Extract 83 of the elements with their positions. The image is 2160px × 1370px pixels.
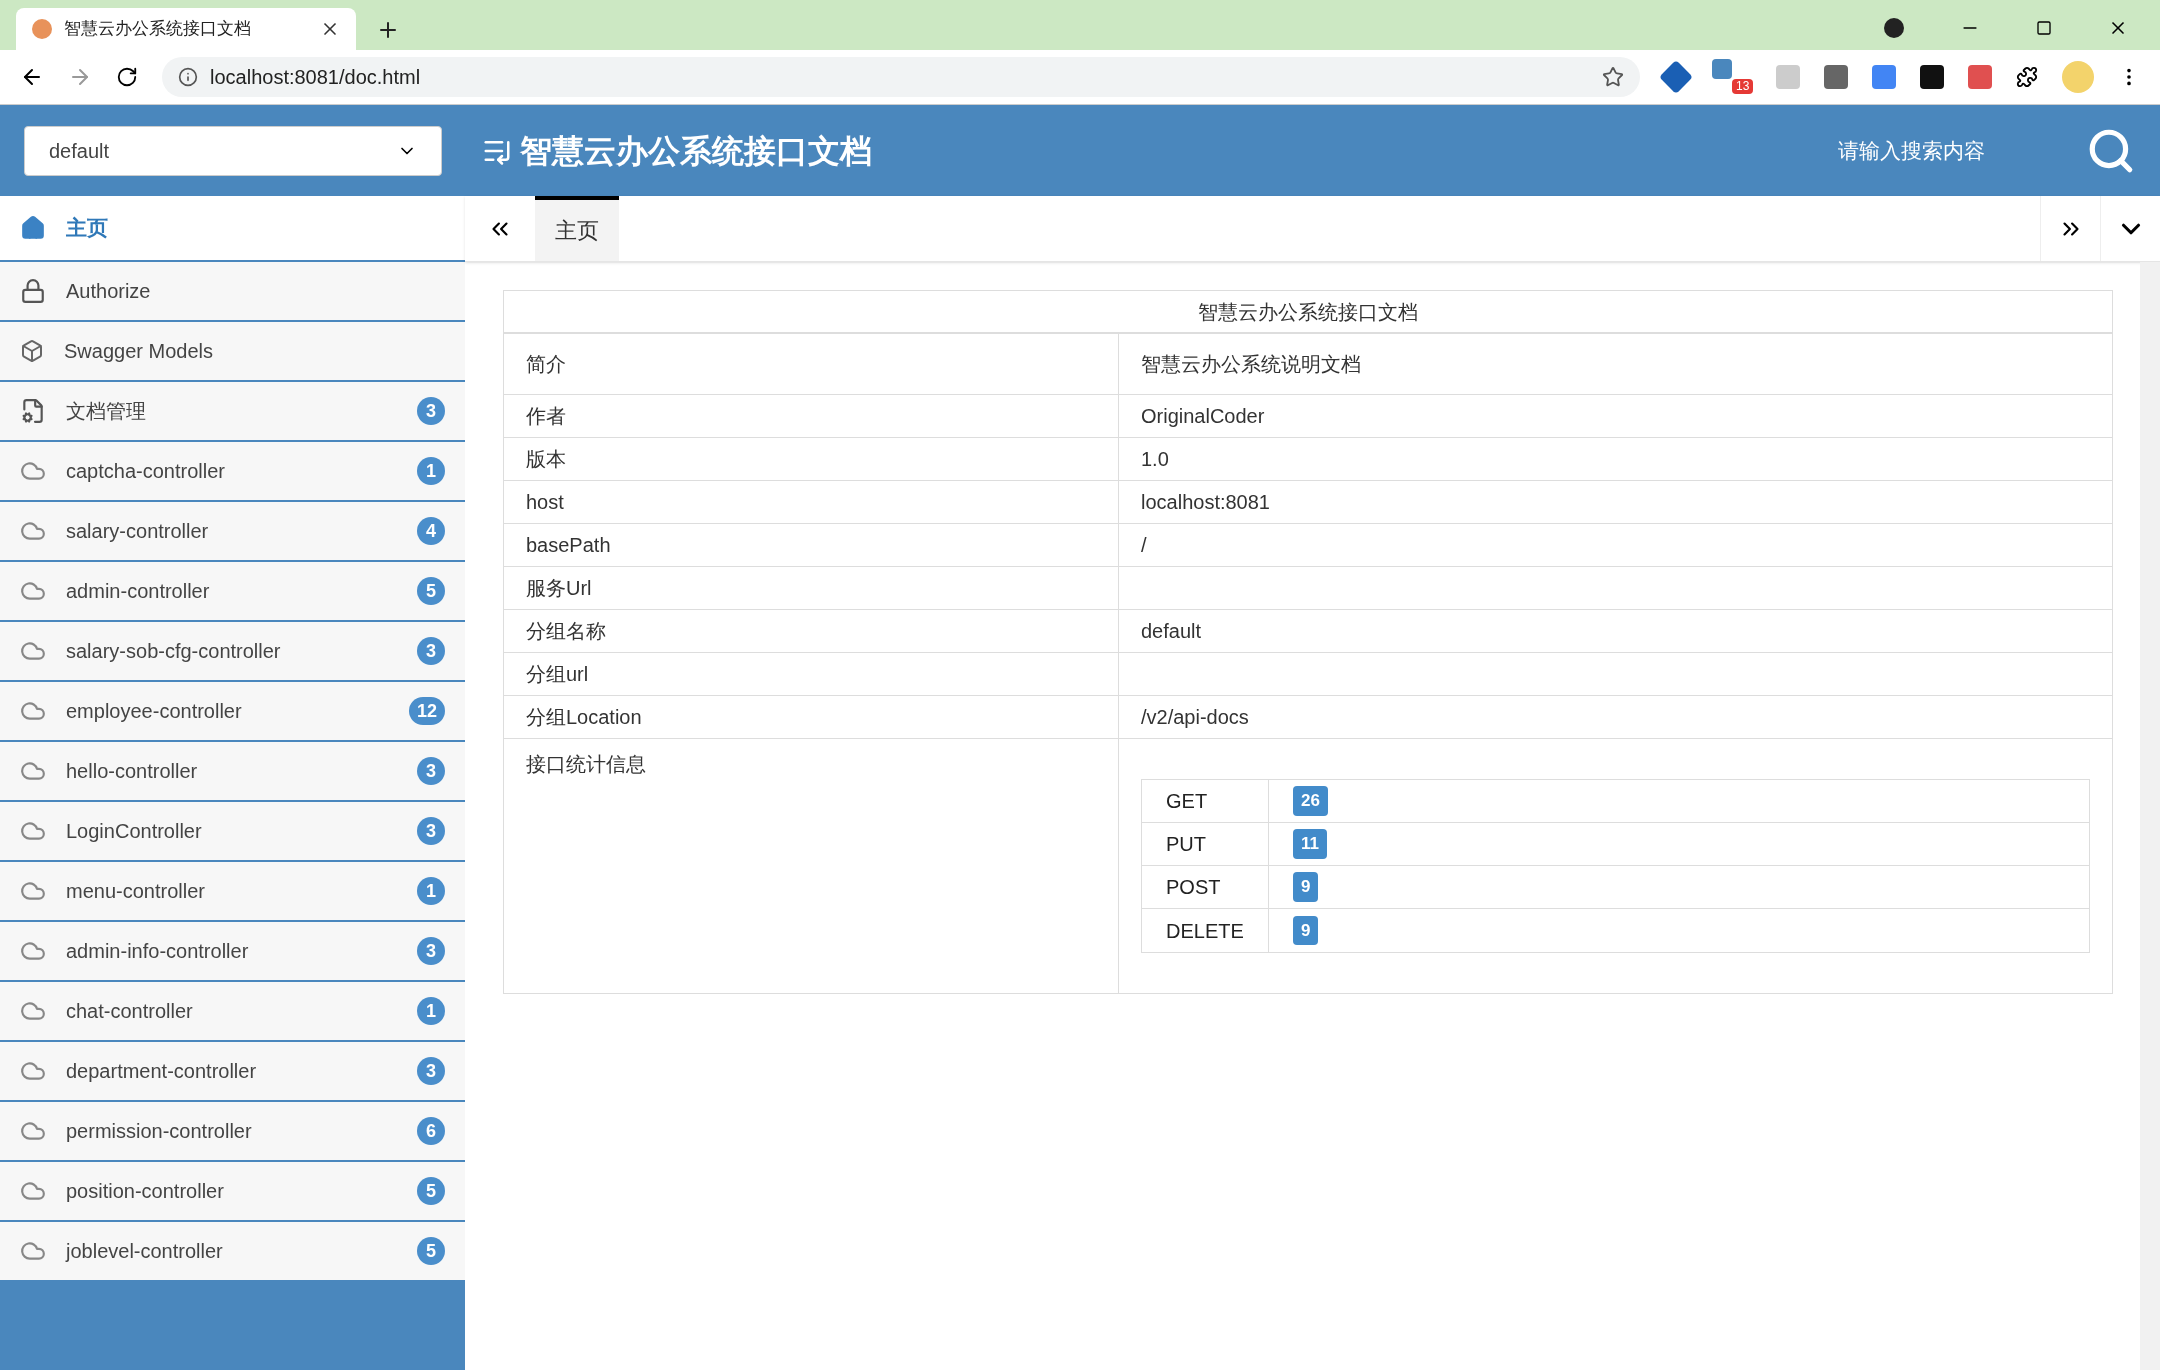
extension-icon[interactable] (1824, 65, 1848, 89)
count-badge: 5 (417, 577, 445, 605)
count-badge: 1 (417, 877, 445, 905)
table-cell: 分组名称 (504, 610, 1119, 652)
count-badge: 5 (417, 1177, 445, 1205)
search-field[interactable]: 请输入搜索内容 (1838, 134, 2038, 167)
favicon-icon (32, 19, 52, 39)
sidebar-item[interactable]: position-controller 5 (0, 1160, 465, 1220)
document-gear-icon (20, 398, 46, 424)
sidebar-item[interactable]: permission-controller 6 (0, 1100, 465, 1160)
sidebar-item[interactable]: department-controller 3 (0, 1040, 465, 1100)
table-cell: 接口统计信息 (526, 753, 646, 775)
method-name: POST (1142, 866, 1269, 908)
count-badge: 5 (417, 1237, 445, 1265)
table-cell: 版本 (504, 438, 1119, 480)
table-cell: basePath (504, 524, 1119, 566)
extension-icon[interactable] (1920, 65, 1944, 89)
count-badge: 3 (417, 757, 445, 785)
tab-title: 智慧云办公系统接口文档 (64, 18, 252, 41)
profile-menu-icon[interactable] (1884, 18, 1904, 38)
scrollbar[interactable] (2140, 262, 2160, 1370)
table-cell: 分组url (504, 653, 1119, 695)
table-cell-text: default (1141, 619, 1202, 644)
table-title: 智慧云办公系统接口文档 (504, 291, 2112, 334)
reload-icon[interactable] (116, 66, 138, 88)
address-bar[interactable]: localhost:8081/doc.html (162, 57, 1640, 97)
count-badge: 12 (408, 697, 445, 725)
table-cell-text: 1.0 (1141, 447, 1169, 472)
sidebar-item[interactable]: salary-sob-cfg-controller 3 (0, 620, 465, 680)
sidebar-item[interactable]: captcha-controller 1 (0, 440, 465, 500)
star-icon[interactable] (1602, 66, 1624, 88)
info-icon (178, 67, 198, 87)
table-cell-text: OriginalCoder (1141, 404, 1265, 429)
lock-icon (20, 278, 46, 304)
app-title: 智慧云办公系统接口文档 (520, 131, 872, 171)
method-name: GET (1142, 780, 1269, 822)
method-name: DELETE (1142, 909, 1269, 952)
count-badge: 3 (417, 397, 445, 425)
count-badge: 11 (1293, 829, 1327, 859)
group-select[interactable]: default (24, 125, 442, 176)
sidebar-item[interactable]: LoginController 3 (0, 800, 465, 860)
table-cell-text: 智慧云办公系统说明文档 (1141, 352, 1361, 377)
url-text: localhost:8081/doc.html (210, 65, 422, 90)
count-badge: 3 (417, 817, 445, 845)
count-badge: 3 (417, 637, 445, 665)
table-cell-text: / (1141, 533, 1147, 558)
count-badge: 4 (417, 517, 445, 545)
page-tab[interactable]: 主页 (535, 196, 619, 261)
table-cell: 分组Location (504, 696, 1119, 738)
table-cell-text: /v2/api-docs (1141, 705, 1249, 730)
count-badge: 9 (1293, 872, 1319, 902)
sidebar-item[interactable]: Authorize (0, 260, 465, 320)
sidebar-item[interactable]: employee-controller 12 (0, 680, 465, 740)
count-badge: 3 (417, 937, 445, 965)
count-badge: 9 (1293, 915, 1319, 946)
cube-icon (20, 339, 44, 363)
sidebar-item[interactable]: menu-controller 1 (0, 860, 465, 920)
browser-tab[interactable]: 智慧云办公系统接口文档 (16, 8, 356, 50)
puzzle-icon[interactable] (2016, 66, 2038, 88)
extension-icon[interactable] (1712, 59, 1732, 79)
sidebar-item[interactable]: joblevel-controller 5 (0, 1220, 465, 1280)
count-badge: 1 (417, 457, 445, 485)
sidebar-item[interactable]: salary-controller 4 (0, 500, 465, 560)
table-cell: 服务Url (504, 567, 1119, 609)
sidebar-item[interactable]: chat-controller 1 (0, 980, 465, 1040)
sidebar-item[interactable]: 主页 (0, 196, 465, 260)
sidebar-item[interactable]: admin-info-controller 3 (0, 920, 465, 980)
count-badge: 3 (417, 1057, 445, 1085)
table-cell: 作者 (504, 395, 1119, 437)
sidebar-item[interactable]: admin-controller 5 (0, 560, 465, 620)
count-badge: 1 (417, 997, 445, 1025)
method-name: PUT (1142, 823, 1269, 865)
table-cell-text: localhost:8081 (1141, 490, 1270, 515)
sidebar-item[interactable]: hello-controller 3 (0, 740, 465, 800)
sidebar-item[interactable]: Swagger Models (0, 320, 465, 380)
count-badge: 26 (1293, 786, 1328, 816)
restore-icon[interactable] (2036, 20, 2052, 36)
sidebar-item[interactable]: 文档管理 3 (0, 380, 465, 440)
count-badge: 6 (417, 1117, 445, 1145)
extension-badge: 13 (1732, 79, 1754, 94)
home-icon (20, 215, 46, 241)
table-cell: host (504, 481, 1119, 523)
table-cell: 简介 (504, 334, 1119, 394)
